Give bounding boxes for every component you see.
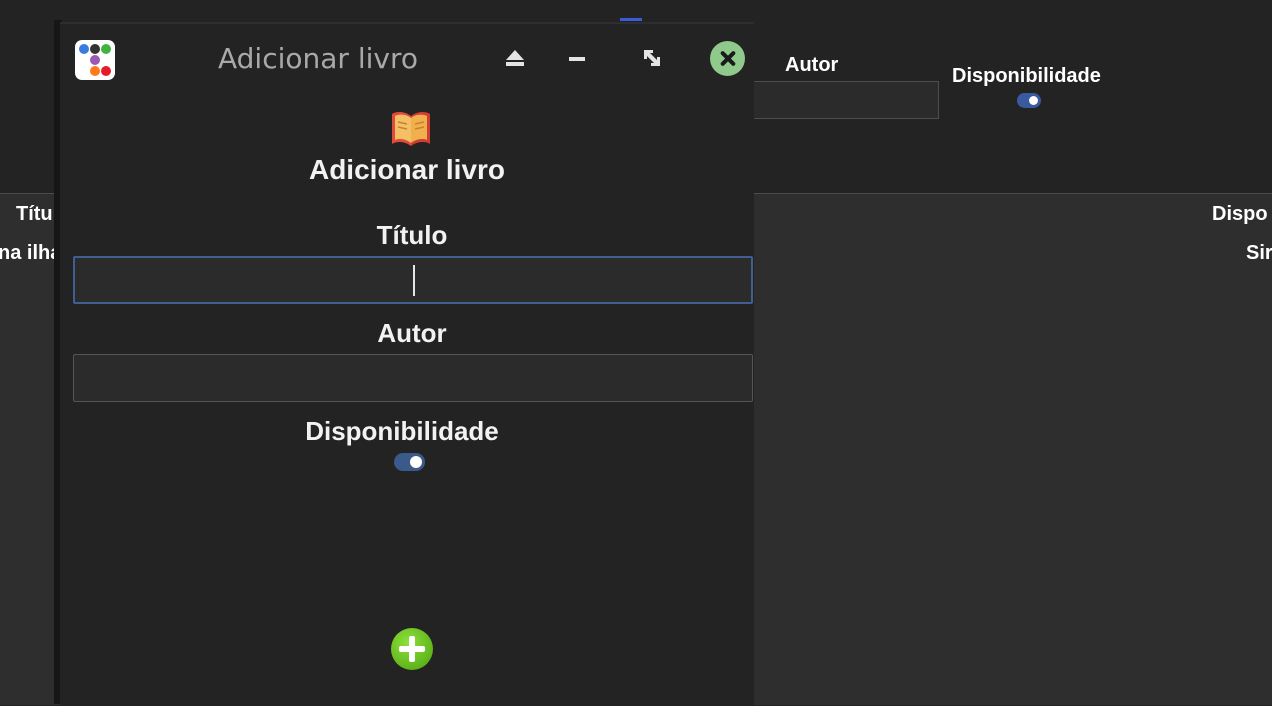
bg-availability-label: Disponibilidade — [952, 65, 1101, 87]
add-book-dialog: Adicionar livro Adicionar livro Título A… — [60, 22, 754, 706]
table-row-title[interactable]: na ilha — [0, 242, 61, 265]
background-tab-indicator — [620, 18, 642, 21]
dialog-heading: Adicionar livro — [308, 154, 506, 185]
app-dots-icon — [75, 40, 115, 80]
bg-author-input[interactable] — [754, 81, 939, 119]
title-label: Título — [376, 220, 448, 250]
dialog-titlebar[interactable]: Adicionar livro — [60, 24, 754, 92]
availability-toggle[interactable] — [394, 453, 425, 471]
bg-availability-toggle[interactable] — [1017, 93, 1041, 108]
window-title: Adicionar livro — [218, 42, 418, 75]
author-input[interactable] — [73, 354, 753, 402]
text-caret — [413, 265, 415, 296]
table-header-title[interactable]: Títu — [16, 203, 53, 226]
table-row-availability[interactable]: Sir — [1246, 242, 1272, 265]
minimize-icon[interactable] — [561, 42, 593, 74]
open-book-icon — [390, 108, 432, 148]
availability-label: Disponibilidade — [305, 416, 499, 446]
bg-author-label: Autor — [785, 54, 839, 76]
add-plus-icon[interactable] — [391, 628, 433, 670]
title-input[interactable] — [73, 256, 753, 304]
close-icon[interactable] — [710, 41, 745, 76]
author-label: Autor — [377, 318, 447, 348]
maximize-icon[interactable] — [636, 42, 668, 74]
eject-icon[interactable] — [499, 42, 531, 74]
table-header-availability[interactable]: Dispo — [1212, 203, 1268, 226]
